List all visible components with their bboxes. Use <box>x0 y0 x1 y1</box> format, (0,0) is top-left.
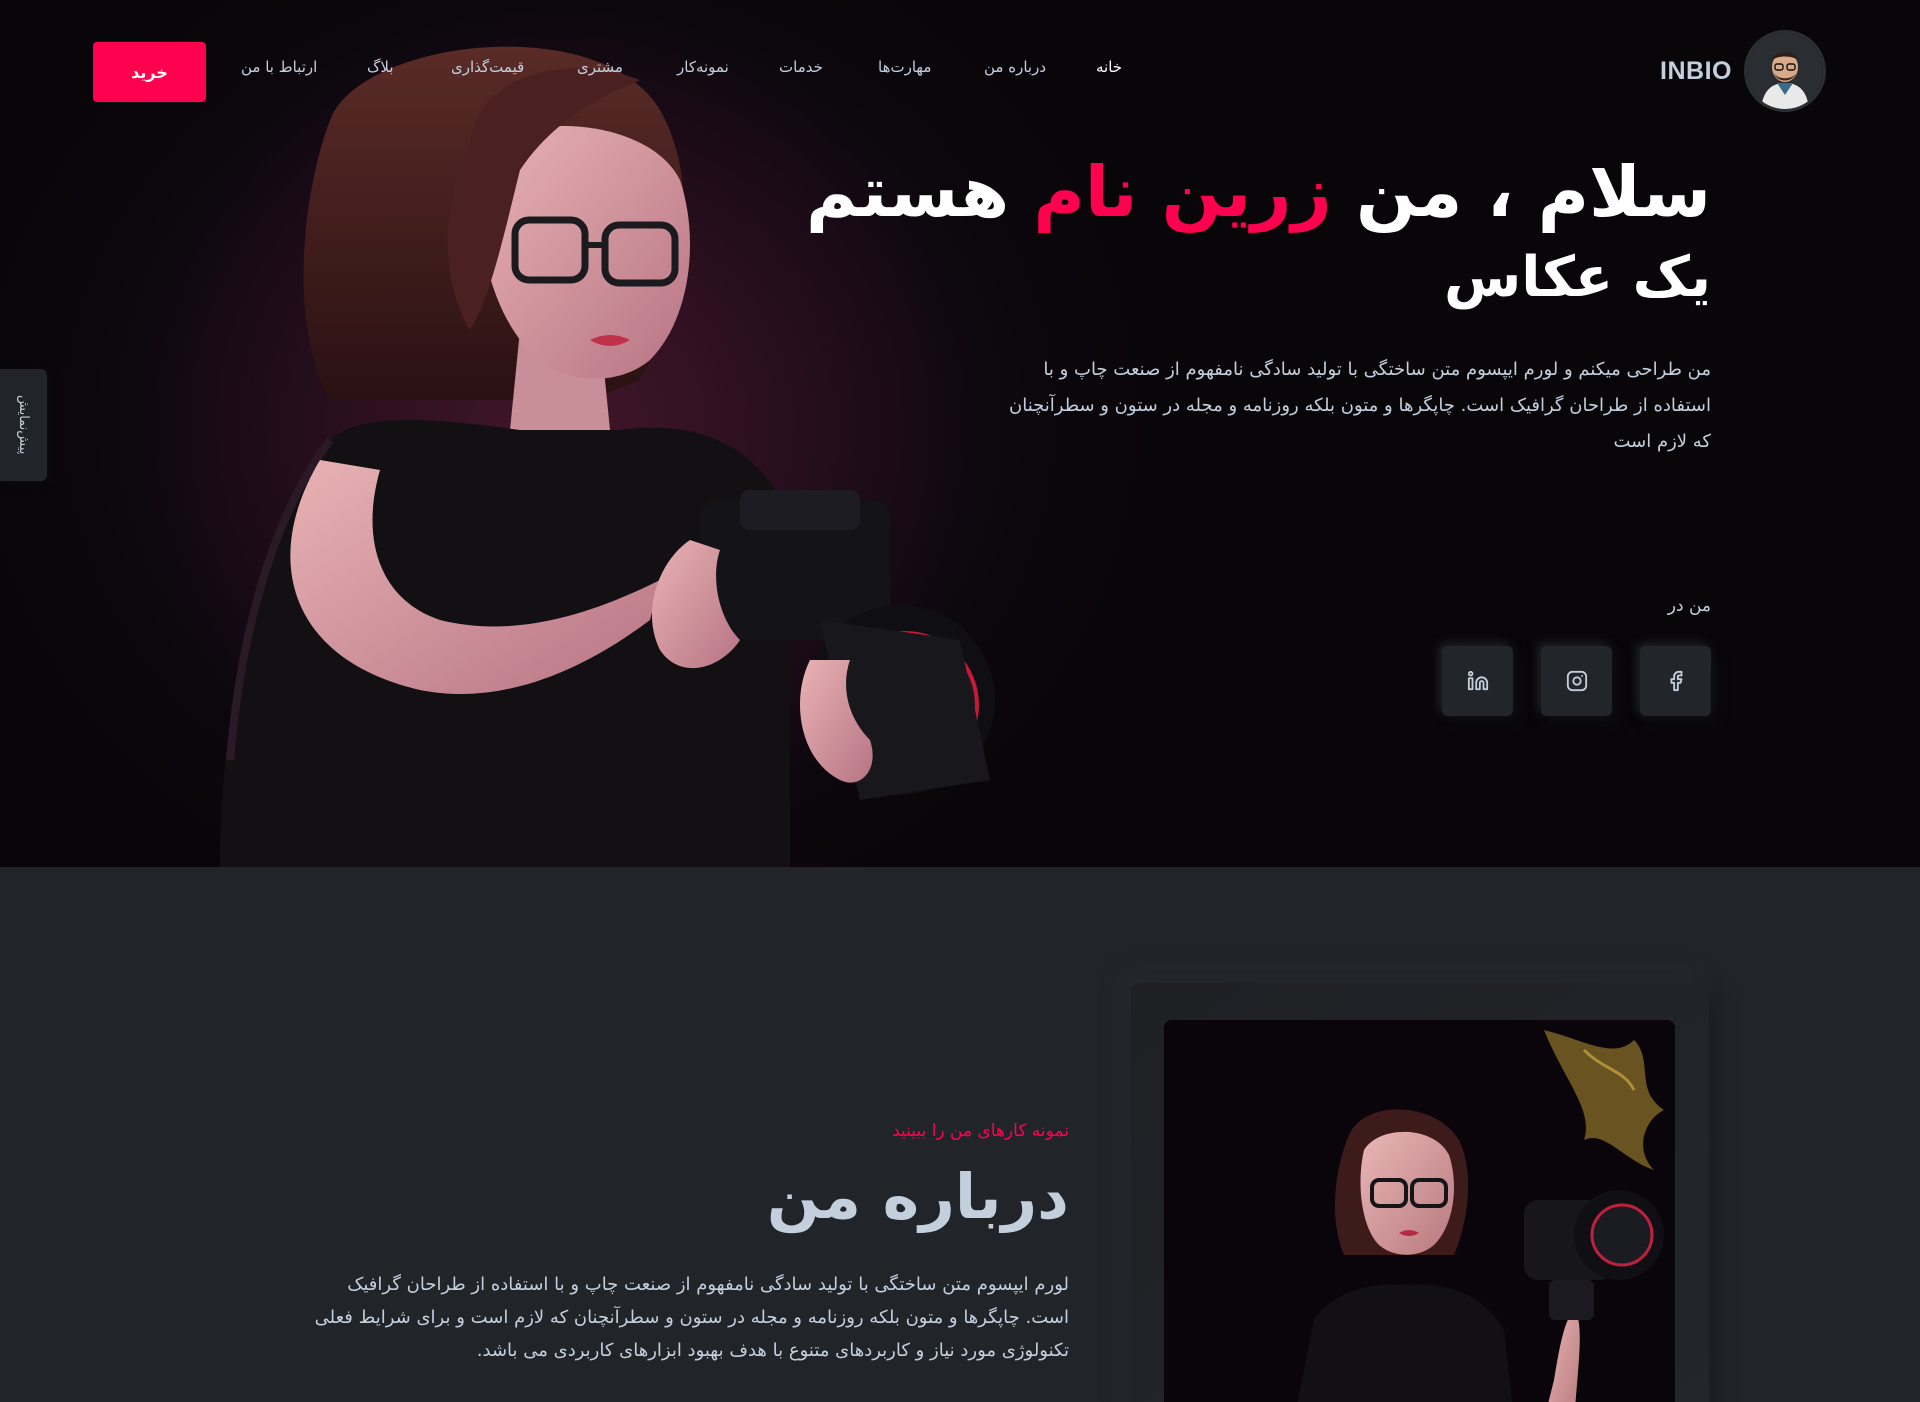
hero-title-highlight: زرین نام <box>1033 151 1332 233</box>
hero-title: سلام ، من زرین نام هستم <box>806 150 1711 234</box>
hero-section: خرید ارتباط با من بلاگ قیمت‌گذاری مشتری … <box>0 0 1920 867</box>
hero-subtitle: یک عکاس <box>1444 245 1711 310</box>
nav-item-about[interactable]: درباره من <box>984 58 1046 76</box>
top-navigation: خرید ارتباط با من بلاگ قیمت‌گذاری مشتری … <box>0 0 1920 140</box>
nav-item-home[interactable]: خانه <box>1096 58 1122 76</box>
nav-item-skills[interactable]: مهارت‌ها <box>878 58 931 76</box>
instagram-button[interactable] <box>1541 646 1612 716</box>
logo-text: INBIO <box>1660 56 1732 85</box>
hero-title-part2: هستم <box>805 151 1034 233</box>
nav-item-services[interactable]: خدمات <box>779 58 823 76</box>
nav-item-contact[interactable]: ارتباط با من <box>241 58 317 76</box>
linkedin-icon <box>1467 670 1488 691</box>
hero-description: من طراحی میکنم و لورم ایپسوم متن ساختگی … <box>1009 359 1711 452</box>
about-photo <box>1164 1020 1675 1402</box>
site-logo[interactable]: INBIO <box>1660 30 1826 112</box>
preview-side-tab[interactable]: پیش‌نمایش <box>0 369 47 481</box>
instagram-icon <box>1566 670 1587 692</box>
buy-button[interactable]: خرید <box>93 42 206 102</box>
nav-item-portfolio[interactable]: نمونه‌کار <box>677 58 729 76</box>
about-text: لورم ایپسوم متن ساختگی با تولید سادگی نا… <box>314 1274 1069 1361</box>
facebook-icon <box>1670 670 1682 692</box>
linkedin-button[interactable] <box>1442 646 1513 716</box>
preview-side-tab-label: پیش‌نمایش <box>16 395 31 455</box>
social-links <box>1442 646 1711 716</box>
nav-item-pricing[interactable]: قیمت‌گذاری <box>451 58 524 76</box>
about-kicker: نمونه کارهای من را ببینید <box>892 1121 1069 1141</box>
about-title: درباره من <box>766 1160 1069 1233</box>
nav-item-clients[interactable]: مشتری <box>577 58 623 76</box>
hero-title-part1: سلام ، من <box>1331 151 1711 233</box>
facebook-button[interactable] <box>1640 646 1711 716</box>
avatar <box>1744 30 1826 112</box>
find-me-label: من در <box>1667 596 1711 616</box>
nav-item-blog[interactable]: بلاگ <box>367 58 394 76</box>
